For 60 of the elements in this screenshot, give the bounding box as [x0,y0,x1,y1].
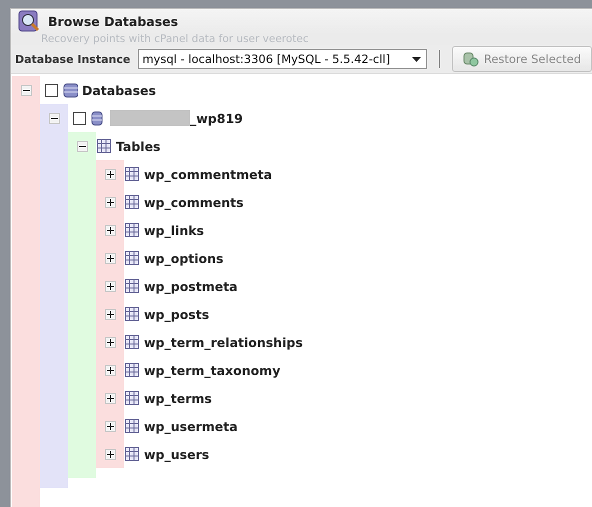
table-icon [124,278,140,294]
table-icon [124,194,140,210]
tree-item-label[interactable]: wp_users [144,446,210,462]
checkbox[interactable] [45,84,58,96]
tree-item-label[interactable]: wp_term_taxonomy [144,362,280,378]
expand-toggle[interactable] [104,252,116,264]
window-title: Browse Databases [48,14,178,28]
database-icon [63,82,78,98]
collapse-toggle[interactable] [76,140,88,152]
plus-icon [106,254,114,262]
database-restore-icon [462,51,479,67]
caret-icon [412,56,421,62]
plus-icon [106,394,114,402]
plus-icon [106,310,114,318]
table-icon [124,446,140,462]
table-icon [124,222,140,238]
table-icon [124,306,140,322]
plus-icon [106,450,114,458]
tree-item-label[interactable]: wp_terms [144,390,212,406]
tree-item-label[interactable]: Databases [82,82,156,98]
expand-toggle[interactable] [104,392,116,404]
tree-item-label[interactable]: wp_postmeta [144,278,238,294]
expand-toggle[interactable] [104,308,116,320]
expand-toggle[interactable] [104,420,116,432]
table-icon [124,166,140,182]
plus-icon [106,198,114,206]
checkbox[interactable] [73,112,86,124]
tree-item-label[interactable]: wp_posts [144,306,210,322]
tables-icon [96,138,112,154]
collapse-toggle[interactable] [20,84,32,96]
table-icon [124,418,140,434]
tree-item-label[interactable]: wp_options [144,250,224,266]
table-icon [124,334,140,350]
plus-icon [106,226,114,234]
plus-icon [106,282,114,290]
plus-icon [106,338,114,346]
expand-toggle[interactable] [104,364,116,376]
tree-item-label[interactable]: wp_usermeta [144,418,238,434]
table-icon [124,390,140,406]
instance-label: Database Instance [15,52,130,66]
tree-item-label[interactable]: Tables [116,138,161,154]
tree-item-label[interactable]: wp_comments [144,194,244,210]
expand-toggle[interactable] [104,196,116,208]
plus-icon [106,366,114,374]
table-icon [124,362,140,378]
expand-toggle[interactable] [104,224,116,236]
plus-icon [106,170,114,178]
tree-item-label[interactable]: wp_commentmeta [144,166,272,182]
tree-item-label[interactable]: _wp819 [190,110,243,126]
expand-toggle[interactable] [104,448,116,460]
instance-dropdown[interactable]: mysql - localhost:3306 [MySQL - 5.5.42-cll] [138,49,427,69]
tree-item-label[interactable]: wp_term_relationships [144,334,303,350]
tree-item-label[interactable]: wp_links [144,222,204,238]
magnifier-icon [17,9,41,33]
expand-toggle[interactable] [104,336,116,348]
table-icon [124,250,140,266]
plus-icon [106,422,114,430]
expand-toggle[interactable] [104,280,116,292]
expand-toggle[interactable] [104,168,116,180]
collapse-toggle[interactable] [48,112,60,124]
